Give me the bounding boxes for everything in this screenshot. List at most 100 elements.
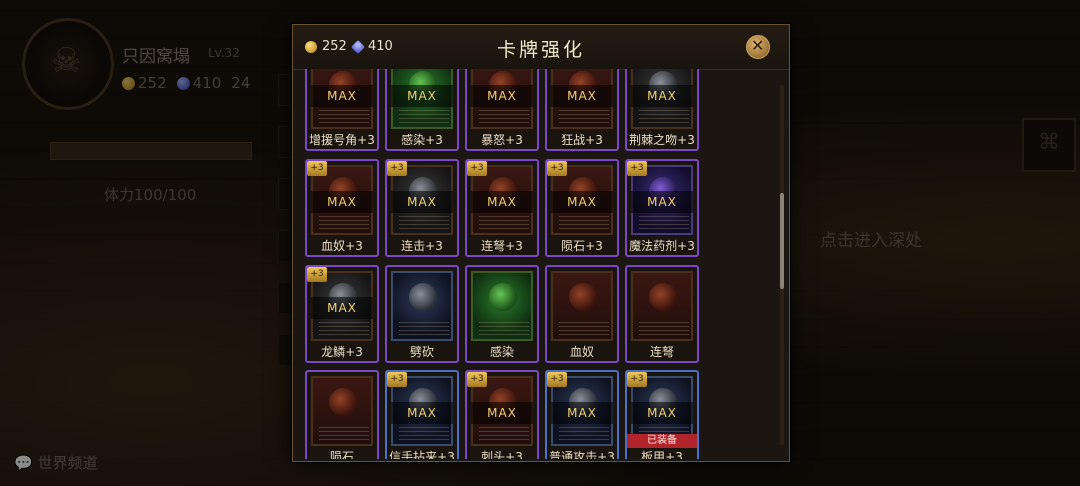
card-item[interactable]: MAX +3 龙鳞+3 bbox=[305, 265, 379, 363]
card-name: 连击+3 bbox=[401, 239, 443, 253]
card-item[interactable]: MAX +3 魔法药剂+3 bbox=[625, 159, 699, 257]
card-item[interactable]: 连弩 bbox=[625, 265, 699, 363]
card-name: 信手拈来+3 bbox=[389, 450, 455, 459]
card-name: 陨石 bbox=[329, 450, 354, 459]
card-artwork bbox=[311, 376, 373, 446]
card-item[interactable]: MAX 感染+3 bbox=[385, 69, 459, 151]
upgrade-badge: +3 bbox=[467, 161, 487, 176]
card-name: 荆棘之吻+3 bbox=[629, 133, 695, 147]
card-item[interactable]: MAX +3 信手拈来+3 bbox=[385, 370, 459, 459]
upgrade-badge: +3 bbox=[547, 161, 567, 176]
max-level-label: MAX bbox=[631, 191, 693, 213]
card-description bbox=[319, 321, 369, 335]
card-name: 劈砍 bbox=[409, 345, 434, 359]
card-item[interactable]: MAX +3 血奴+3 bbox=[305, 159, 379, 257]
card-name: 魔法药剂+3 bbox=[629, 239, 695, 253]
card-illustration bbox=[329, 388, 357, 416]
max-level-label: MAX bbox=[311, 191, 373, 213]
card-description bbox=[559, 426, 609, 440]
card-item[interactable]: 陨石 bbox=[305, 370, 379, 459]
card-description bbox=[399, 321, 449, 335]
max-level-label: MAX bbox=[551, 191, 613, 213]
card-description bbox=[639, 109, 689, 123]
card-description bbox=[319, 215, 369, 229]
card-description bbox=[479, 215, 529, 229]
card-description bbox=[399, 109, 449, 123]
max-level-label: MAX bbox=[391, 85, 453, 107]
card-illustration bbox=[489, 283, 517, 311]
equipped-tag: 已装备 bbox=[627, 434, 697, 448]
card-description bbox=[639, 321, 689, 335]
upgrade-badge: +3 bbox=[387, 372, 407, 387]
card-name: 暴怒+3 bbox=[481, 133, 523, 147]
card-item[interactable]: MAX 狂战+3 bbox=[545, 69, 619, 151]
max-level-label: MAX bbox=[391, 402, 453, 424]
card-description bbox=[399, 215, 449, 229]
card-name: 刺头+3 bbox=[481, 450, 523, 459]
card-illustration bbox=[649, 283, 677, 311]
max-level-label: MAX bbox=[311, 297, 373, 319]
card-item[interactable]: MAX +3 已装备板甲+3 bbox=[625, 370, 699, 459]
max-level-label: MAX bbox=[311, 85, 373, 107]
card-name: 狂战+3 bbox=[561, 133, 603, 147]
card-name: 陨石+3 bbox=[561, 239, 603, 253]
card-name: 连弩+3 bbox=[481, 239, 523, 253]
card-illustration bbox=[569, 283, 597, 311]
card-item[interactable]: MAX +3 陨石+3 bbox=[545, 159, 619, 257]
card-upgrade-modal: 252 410 卡牌强化 ✕ MAX 增援号角+3 MAX 感染+3 MAX 暴怒+3 MA… bbox=[292, 24, 790, 462]
card-description bbox=[319, 426, 369, 440]
card-description bbox=[559, 321, 609, 335]
card-item[interactable]: MAX 增援号角+3 bbox=[305, 69, 379, 151]
card-item[interactable]: MAX +3 连弩+3 bbox=[465, 159, 539, 257]
card-description bbox=[399, 426, 449, 440]
card-description bbox=[479, 109, 529, 123]
card-name: 增援号角+3 bbox=[309, 133, 375, 147]
upgrade-badge: +3 bbox=[627, 372, 647, 387]
close-button[interactable]: ✕ bbox=[746, 35, 770, 59]
card-item[interactable]: MAX +3 普通攻击+3 bbox=[545, 370, 619, 459]
card-name: 血奴 bbox=[569, 345, 594, 359]
card-name: 感染 bbox=[489, 345, 514, 359]
close-icon: ✕ bbox=[751, 36, 765, 55]
card-grid-scroll[interactable]: MAX 增援号角+3 MAX 感染+3 MAX 暴怒+3 MAX 狂战+3 MAX 荆棘之吻+3 M… bbox=[299, 69, 773, 459]
scrollbar-thumb[interactable] bbox=[780, 193, 784, 289]
card-artwork bbox=[551, 271, 613, 341]
max-level-label: MAX bbox=[551, 402, 613, 424]
max-level-label: MAX bbox=[471, 85, 533, 107]
max-level-label: MAX bbox=[471, 191, 533, 213]
max-level-label: MAX bbox=[551, 85, 613, 107]
card-name: 板甲+3 bbox=[641, 450, 683, 459]
card-item[interactable]: 血奴 bbox=[545, 265, 619, 363]
upgrade-badge: +3 bbox=[307, 267, 327, 282]
max-level-label: MAX bbox=[391, 191, 453, 213]
modal-header: 252 410 卡牌强化 ✕ bbox=[293, 25, 789, 70]
card-description bbox=[559, 215, 609, 229]
card-artwork bbox=[631, 271, 693, 341]
card-item[interactable]: 感染 bbox=[465, 265, 539, 363]
upgrade-badge: +3 bbox=[467, 372, 487, 387]
card-name: 连弩 bbox=[649, 345, 674, 359]
card-description bbox=[639, 215, 689, 229]
card-name: 龙鳞+3 bbox=[321, 345, 363, 359]
card-description bbox=[319, 109, 369, 123]
card-item[interactable]: MAX +3 连击+3 bbox=[385, 159, 459, 257]
upgrade-badge: +3 bbox=[387, 161, 407, 176]
card-name: 普通攻击+3 bbox=[549, 450, 615, 459]
card-name: 感染+3 bbox=[401, 133, 443, 147]
card-item[interactable]: MAX 荆棘之吻+3 bbox=[625, 69, 699, 151]
card-item[interactable]: MAX +3 刺头+3 bbox=[465, 370, 539, 459]
upgrade-badge: +3 bbox=[307, 161, 327, 176]
card-item[interactable]: MAX 暴怒+3 bbox=[465, 69, 539, 151]
upgrade-badge: +3 bbox=[547, 372, 567, 387]
max-level-label: MAX bbox=[631, 402, 693, 424]
card-description bbox=[479, 321, 529, 335]
card-grid: MAX 增援号角+3 MAX 感染+3 MAX 暴怒+3 MAX 狂战+3 MAX 荆棘之吻+3 M… bbox=[299, 69, 773, 459]
modal-title: 卡牌强化 bbox=[496, 39, 585, 61]
card-item[interactable]: 劈砍 bbox=[385, 265, 459, 363]
upgrade-badge: +3 bbox=[627, 161, 647, 176]
card-name: 血奴+3 bbox=[321, 239, 363, 253]
card-illustration bbox=[409, 283, 437, 311]
card-artwork bbox=[391, 271, 453, 341]
max-level-label: MAX bbox=[471, 402, 533, 424]
card-artwork bbox=[471, 271, 533, 341]
